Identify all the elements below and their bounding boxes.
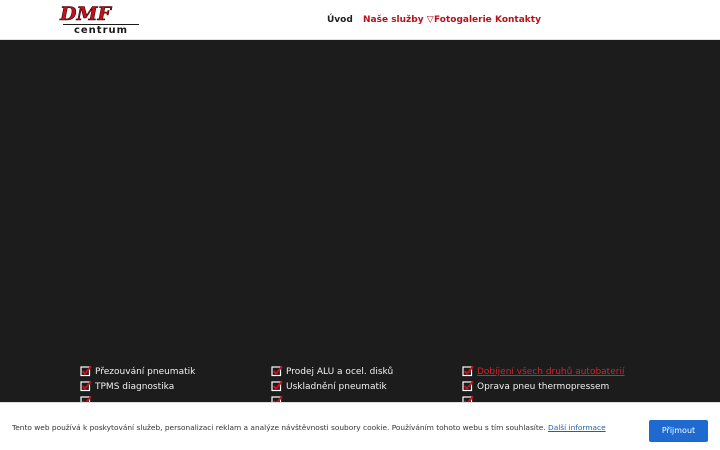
logo[interactable]: DMF centrum [60, 4, 142, 36]
nav-item-uvod[interactable]: Úvod [327, 13, 353, 27]
cookie-more-info-link[interactable]: Další informace [548, 423, 606, 432]
service-link-battery[interactable]: Dobíjení všech druhů autobaterií [477, 365, 624, 379]
service-item: TPMS diagnostika [95, 382, 175, 392]
check-icon [80, 365, 92, 377]
service-item: Prodej ALU a ocel. disků [286, 367, 394, 377]
nav-item-services[interactable]: Naše služby ▽ [363, 13, 434, 27]
check-icon [462, 380, 474, 392]
check-icon [271, 380, 283, 392]
services-list: Přezouvání pneumatik TPMS diagnostika Pr… [0, 356, 720, 407]
cookie-banner: Tento web používá k poskytování služeb, … [0, 402, 720, 450]
check-icon [271, 365, 283, 377]
hero-section [0, 41, 720, 356]
logo-main: DMF [60, 3, 112, 25]
cookie-message: Tento web používá k poskytování služeb, … [12, 423, 546, 432]
service-item: Oprava pneu thermopressem [477, 382, 610, 392]
check-icon [462, 365, 474, 377]
logo-sub: centrum [63, 24, 139, 36]
accept-cookies-button[interactable]: Přijmout [649, 420, 708, 442]
nav-item-contacts[interactable]: Kontakty [495, 13, 541, 27]
service-item: Uskladnění pneumatik [286, 382, 387, 392]
cookie-text: Tento web používá k poskytování služeb, … [12, 422, 606, 434]
service-item: Přezouvání pneumatik [95, 367, 196, 377]
site-header: DMF centrum Úvod Naše služby ▽ Fotogaler… [0, 0, 720, 40]
check-icon [80, 380, 92, 392]
nav-item-gallery[interactable]: Fotogalerie [434, 13, 492, 27]
